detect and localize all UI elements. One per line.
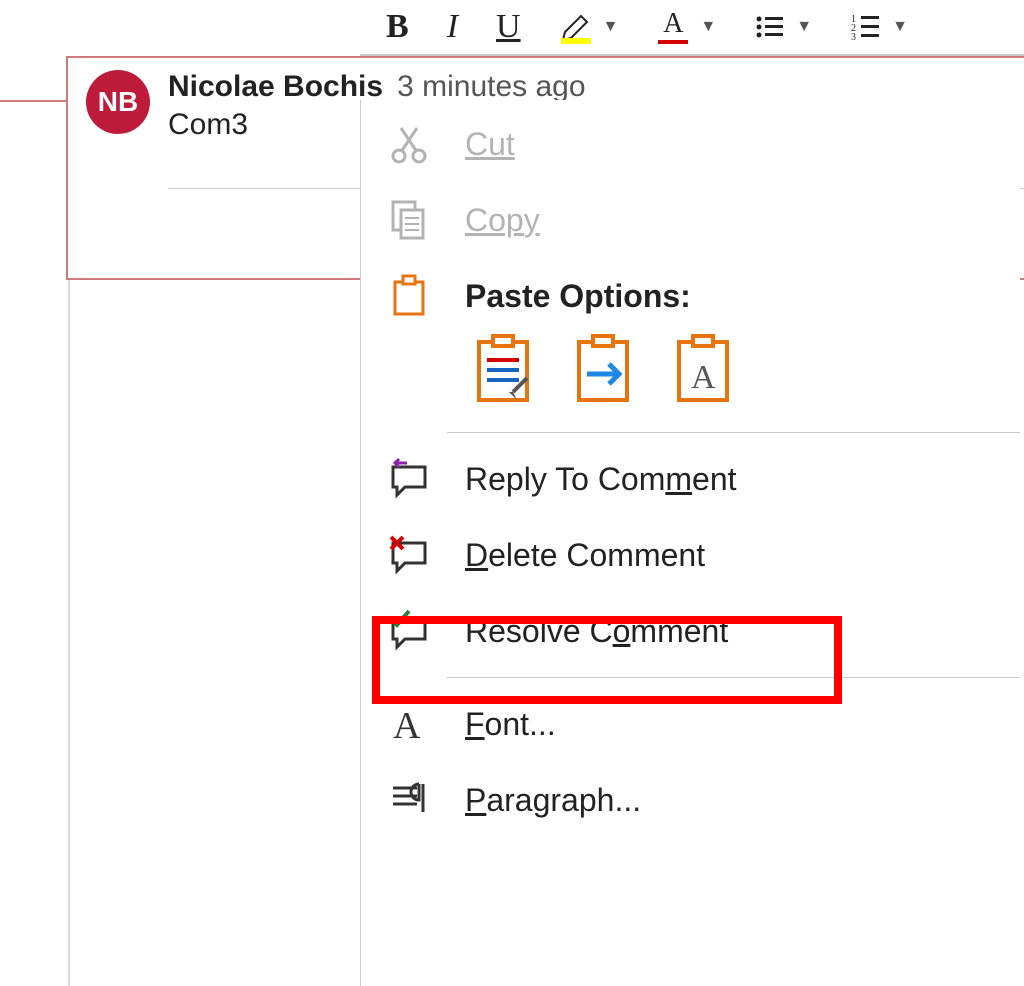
font-icon: A	[385, 700, 433, 748]
menu-paste-options-header: Paste Options:	[361, 258, 1020, 326]
mini-toolbar: B I U ▼ A ▼ ▼ 1 2 3 ▼	[360, 0, 1024, 56]
underline-button[interactable]: U	[496, 7, 521, 47]
menu-reply-to-comment[interactable]: Reply To Comment	[361, 441, 1020, 517]
numbered-list-button[interactable]: 1 2 3	[850, 7, 882, 47]
delete-comment-icon	[385, 531, 433, 579]
copy-icon	[385, 196, 433, 244]
comment-author: Nicolae Bochis	[168, 70, 383, 104]
font-color-button[interactable]: A	[656, 10, 690, 44]
font-color-bar	[658, 40, 688, 44]
paste-options-row: A	[361, 326, 1020, 424]
paste-merge-formatting[interactable]	[571, 334, 635, 406]
italic-button[interactable]: I	[447, 7, 458, 47]
menu-copy: Copy	[361, 182, 1020, 258]
menu-resolve-comment[interactable]: Resolve Comment	[361, 593, 1020, 669]
font-color-icon: A	[663, 10, 683, 38]
numbered-list-dropdown[interactable]: ▼	[892, 7, 908, 47]
comment-connector	[0, 100, 66, 102]
menu-delete-comment[interactable]: Delete Comment	[361, 517, 1020, 593]
scissors-icon	[385, 120, 433, 168]
paste-text-only[interactable]: A	[671, 334, 735, 406]
font-color-dropdown[interactable]: ▼	[700, 7, 716, 47]
menu-cut: Cut	[361, 106, 1020, 182]
separator	[447, 677, 1020, 678]
bulleted-list-dropdown[interactable]: ▼	[796, 7, 812, 47]
highlight-color-dropdown[interactable]: ▼	[603, 7, 619, 47]
svg-text:A: A	[393, 705, 421, 746]
highlight-icon	[559, 10, 593, 44]
context-menu: Cut Copy Paste Options: A Reply To Comme…	[360, 100, 1020, 986]
menu-paragraph[interactable]: Paragraph...	[361, 762, 1020, 838]
clipboard-icon	[385, 272, 433, 320]
bold-button[interactable]: B	[386, 7, 409, 47]
avatar: NB	[86, 70, 150, 134]
paste-keep-formatting[interactable]	[471, 334, 535, 406]
paragraph-icon	[385, 776, 433, 824]
menu-font[interactable]: A Font...	[361, 686, 1020, 762]
svg-text:3: 3	[851, 32, 856, 43]
separator	[447, 432, 1020, 433]
bulleted-list-button[interactable]	[754, 7, 786, 47]
highlight-color-button[interactable]	[559, 10, 593, 44]
resolve-comment-icon	[385, 607, 433, 655]
reply-icon	[385, 455, 433, 503]
paste-options-label: Paste Options:	[465, 278, 691, 315]
comment-time: 3 minutes ago	[397, 70, 585, 104]
svg-text:A: A	[691, 359, 716, 396]
